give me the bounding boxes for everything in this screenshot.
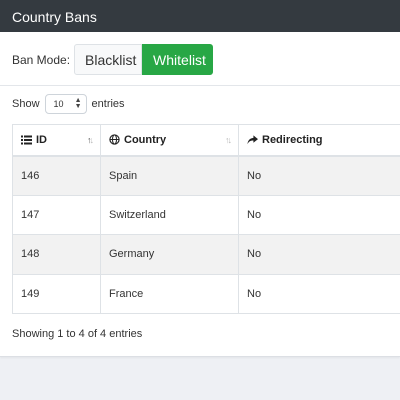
bans-table: ID ↑↓ Country ↑↓ Redirecting 146 Spain N…	[12, 124, 400, 314]
table-row: 146 Spain No	[12, 155, 400, 196]
cell-redirecting: No	[238, 194, 400, 235]
cell-country: Spain	[100, 155, 239, 196]
cell-id: 146	[12, 155, 101, 196]
table-info: Showing 1 to 4 of 4 entries	[12, 328, 143, 340]
ban-mode-label: Ban Mode:	[12, 52, 71, 67]
card-title: Country Bans	[12, 9, 97, 25]
cell-redirecting: No	[238, 234, 400, 275]
bans-table-container: ID ↑↓ Country ↑↓ Redirecting 146 Spain N…	[12, 124, 400, 314]
table-row: 149 France No	[12, 273, 400, 314]
cell-id: 147	[12, 194, 101, 235]
entries-length-control: Show 10 ▲ ▼ entries	[12, 94, 125, 114]
country-bans-card: Country Bans Ban Mode: Blacklist Whiteli…	[0, 0, 400, 357]
column-header-country-label: Country	[124, 133, 167, 146]
select-arrows-icon: ▲ ▼	[74, 97, 82, 110]
length-prefix: Show	[12, 98, 40, 110]
ban-mode-group: Ban Mode: Blacklist Whitelist	[12, 44, 214, 75]
column-header-country[interactable]: Country ↑↓	[100, 124, 239, 157]
length-suffix: entries	[91, 98, 125, 110]
ban-mode-toggle: Blacklist Whitelist	[74, 44, 214, 75]
cell-redirecting: No	[238, 273, 400, 314]
table-row: 147 Switzerland No	[12, 194, 400, 235]
cell-id: 149	[12, 273, 101, 314]
entries-per-page-select[interactable]: 10 ▲ ▼	[44, 94, 87, 114]
card-header: Country Bans	[0, 0, 400, 32]
entries-per-page-value: 10	[53, 99, 64, 109]
globe-icon	[109, 134, 120, 145]
column-header-redirecting-label: Redirecting	[262, 133, 323, 146]
cell-country: France	[100, 273, 239, 314]
blacklist-button[interactable]: Blacklist	[74, 44, 143, 75]
cell-country: Switzerland	[100, 194, 239, 235]
list-icon	[21, 135, 32, 145]
sort-unsorted-icon: ↑↓	[225, 134, 232, 145]
column-header-redirecting[interactable]: Redirecting ↑↓	[238, 124, 400, 157]
whitelist-button[interactable]: Whitelist	[142, 44, 214, 75]
cell-id: 148	[12, 234, 101, 275]
table-header-row: ID ↑↓ Country ↑↓ Redirecting	[12, 124, 400, 157]
cell-country: Germany	[100, 234, 239, 275]
share-arrow-icon	[247, 135, 258, 145]
sort-ascending-icon: ↑↓	[87, 134, 94, 145]
column-header-id-label: ID	[36, 133, 47, 146]
table-row: 148 Germany No	[12, 234, 400, 275]
divider	[0, 85, 400, 86]
cell-redirecting: No	[238, 155, 400, 196]
column-header-id[interactable]: ID ↑↓	[12, 124, 101, 157]
